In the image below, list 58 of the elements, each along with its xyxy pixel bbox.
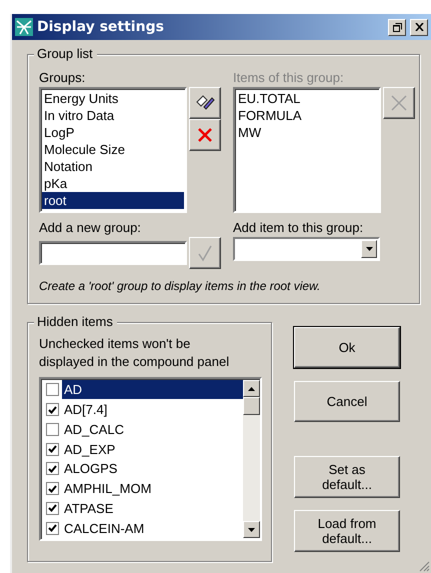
group-item[interactable]: In vitro Data [42, 107, 184, 124]
hidden-item[interactable]: ATPASE [62, 498, 243, 518]
hidden-item[interactable]: AD_CALC [62, 420, 243, 439]
checkbox[interactable] [46, 462, 59, 476]
hidden-item[interactable]: CALCEIN-AM [62, 518, 243, 538]
new-group-label: Add a new group: [39, 219, 142, 237]
checkbox[interactable] [46, 422, 59, 436]
remove-icon [390, 94, 408, 112]
scroll-thumb[interactable] [243, 397, 260, 415]
delete-button[interactable] [189, 119, 221, 151]
group-item[interactable]: FORMULA [236, 107, 378, 124]
group-item[interactable]: LogP [42, 124, 184, 141]
group-item[interactable]: Notation [42, 158, 184, 175]
dialog-button[interactable]: Cancel [294, 381, 400, 422]
group-item[interactable]: Molecule Size [42, 141, 184, 158]
delete-icon [197, 127, 213, 143]
add-item-dropdown[interactable] [233, 237, 380, 261]
hidden-item[interactable]: AD[7.4] [62, 400, 243, 420]
checkbox[interactable] [46, 403, 59, 416]
group-item[interactable]: pKa [42, 175, 184, 192]
add-item-label: Add item to this group: [233, 219, 364, 237]
restore-button[interactable] [388, 18, 406, 36]
app-icon [15, 18, 33, 36]
check-icon [197, 244, 213, 262]
restore-icon [392, 22, 402, 32]
scrollbar[interactable] [243, 380, 260, 538]
hidden-item[interactable]: ALOGPS [62, 459, 243, 478]
dropdown-arrow-icon [366, 247, 372, 251]
hidden-item[interactable]: AD [62, 380, 243, 400]
edit-button[interactable] [189, 87, 221, 119]
close-button[interactable] [410, 18, 428, 36]
group-item[interactable]: MW [236, 124, 378, 141]
close-icon [414, 23, 424, 31]
panel-legend: Group list [34, 46, 97, 61]
hidden-item[interactable]: AMPHIL_MOM [62, 479, 243, 498]
scroll-up-icon [248, 386, 255, 390]
panel-legend: Hidden items [34, 314, 117, 329]
window-title: Display settings [37, 19, 165, 35]
checkbox[interactable] [46, 383, 59, 396]
group-item[interactable]: EU.TOTAL [236, 90, 378, 107]
dialog-button[interactable]: Ok [294, 327, 400, 368]
groups-label: Groups: [39, 69, 86, 87]
group-item[interactable]: root [42, 192, 184, 209]
group-item[interactable]: Energy Units [42, 90, 184, 107]
hidden-item[interactable]: AD_EXP [62, 440, 243, 459]
description-text: Unchecked items won't be displayed in the compound panel [39, 335, 230, 371]
dialog-button[interactable]: Set as default... [294, 456, 400, 498]
hint-text: Create a 'root' group to display items in the root view. [39, 279, 322, 293]
resize-grip-icon [418, 560, 430, 572]
checkbox[interactable] [46, 502, 59, 515]
items-label: Items of this group: [233, 69, 345, 87]
checkbox[interactable] [46, 442, 59, 456]
edit-icon [195, 94, 215, 112]
dropdown-arrow-icon [248, 528, 255, 532]
checkbox[interactable] [46, 522, 59, 535]
checkbox[interactable] [46, 482, 59, 496]
dialog-button[interactable]: Load from default... [294, 510, 400, 552]
new-group-field[interactable] [39, 241, 187, 265]
